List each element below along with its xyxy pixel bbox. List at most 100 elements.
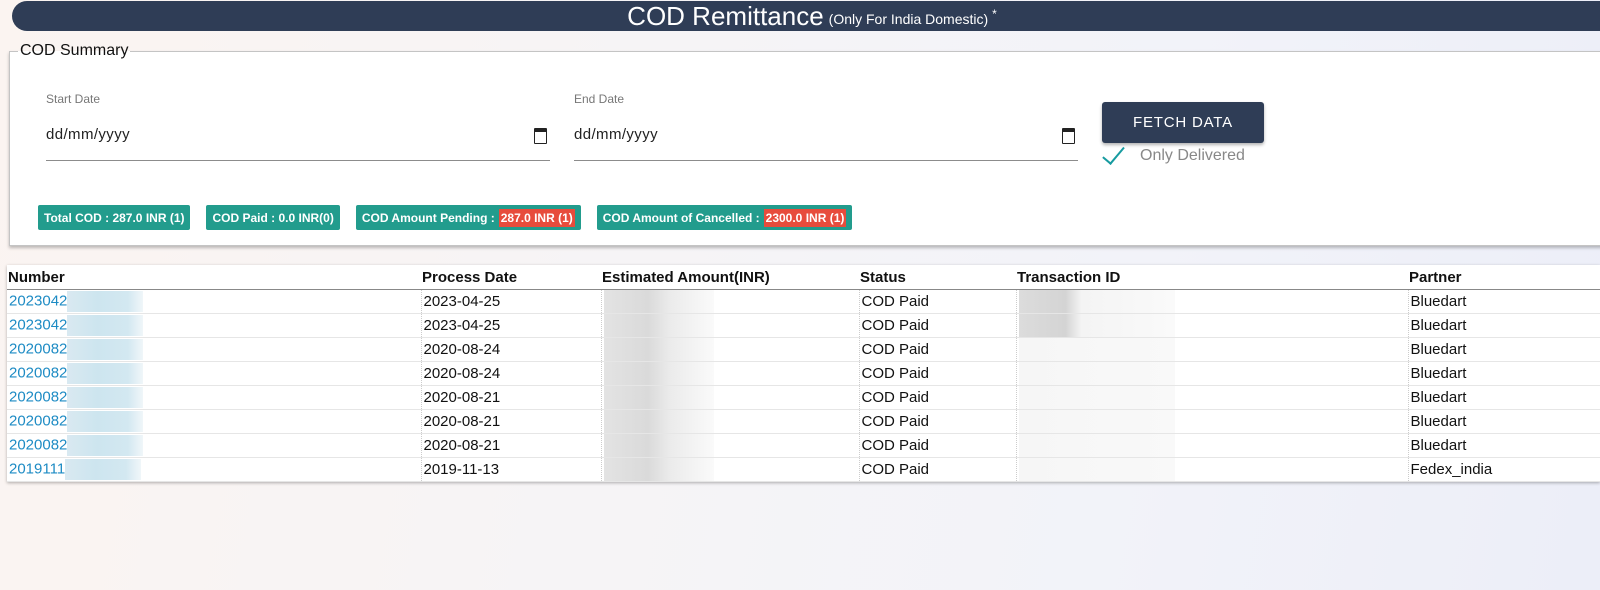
page-subtitle: (Only For India Domestic) xyxy=(828,11,989,27)
calendar-icon[interactable] xyxy=(1062,128,1075,144)
badge-label: Total COD : xyxy=(44,210,110,225)
transaction-id-cell xyxy=(1015,289,1408,314)
calendar-icon[interactable] xyxy=(534,128,547,144)
required-marker: * xyxy=(992,7,997,21)
cod-pending-badge: COD Amount Pending : 287.0 INR (1) xyxy=(355,205,581,230)
order-number-link[interactable]: 2023042 xyxy=(7,289,421,314)
order-number-link[interactable]: 2019111 xyxy=(7,457,421,482)
partner-cell: Bluedart xyxy=(1407,361,1600,386)
order-number-text[interactable]: 2020082 xyxy=(9,412,67,429)
redacted-value xyxy=(1018,362,1175,385)
process-date-cell: 2023-04-25 xyxy=(420,289,601,314)
only-delivered-toggle[interactable]: Only Delivered xyxy=(1100,144,1245,168)
order-number-link[interactable]: 2020082 xyxy=(7,337,421,362)
table-row[interactable]: 2023042 2023-04-25 COD Paid Bluedart xyxy=(7,289,1600,314)
order-number-link[interactable]: 2023042 xyxy=(7,313,421,338)
estimated-amount-cell xyxy=(600,457,859,482)
estimated-amount-cell xyxy=(600,385,859,410)
order-number-link[interactable]: 2020082 xyxy=(7,409,421,434)
table-row[interactable]: 2020082 2020-08-24 COD Paid Bluedart xyxy=(7,361,1600,386)
transaction-id-cell xyxy=(1015,337,1408,362)
order-number-text[interactable]: 2020082 xyxy=(9,388,67,405)
column-header-partner[interactable]: Partner xyxy=(1408,265,1600,290)
redacted-value xyxy=(1018,434,1175,457)
redacted-value xyxy=(65,459,142,480)
transaction-id-cell xyxy=(1015,361,1408,386)
column-header-transaction-id[interactable]: Transaction ID xyxy=(1016,265,1408,290)
process-date-cell: 2023-04-25 xyxy=(420,313,601,338)
cod-paid-badge: COD Paid : 0.0 INR(0) xyxy=(206,205,340,230)
start-date-input[interactable]: dd/mm/yyyy xyxy=(46,126,130,143)
fetch-data-button[interactable]: FETCH DATA xyxy=(1102,102,1264,143)
badge-value: 0.0 INR(0) xyxy=(278,210,334,225)
estimated-amount-cell xyxy=(600,409,859,434)
order-number-text[interactable]: 2020082 xyxy=(9,364,67,381)
cod-cancelled-badge: COD Amount of Cancelled : 2300.0 INR (1) xyxy=(596,205,853,230)
badge-value: 287.0 INR (1) xyxy=(112,210,185,225)
redacted-value xyxy=(1018,290,1175,313)
partner-cell: Bluedart xyxy=(1407,289,1600,314)
total-cod-badge: Total COD : 287.0 INR (1) xyxy=(38,205,191,230)
table-row[interactable]: 2020082 2020-08-21 COD Paid Bluedart xyxy=(7,433,1600,458)
end-date-input[interactable]: dd/mm/yyyy xyxy=(574,126,658,143)
status-cell: COD Paid xyxy=(858,361,1016,386)
order-number-link[interactable]: 2020082 xyxy=(7,385,421,410)
partner-cell: Bluedart xyxy=(1407,433,1600,458)
order-number-text[interactable]: 2023042 xyxy=(9,316,67,333)
redacted-value xyxy=(67,387,144,408)
process-date-cell: 2020-08-21 xyxy=(420,385,601,410)
partner-cell: Bluedart xyxy=(1407,313,1600,338)
page-title: COD Remittance xyxy=(627,0,824,31)
estimated-amount-cell xyxy=(600,433,859,458)
transaction-id-cell xyxy=(1015,385,1408,410)
redacted-value xyxy=(1018,338,1175,361)
column-header-number[interactable]: Number xyxy=(7,265,421,290)
redacted-value xyxy=(67,411,144,432)
redacted-value xyxy=(603,314,714,337)
estimated-amount-cell xyxy=(600,313,859,338)
start-date-field[interactable]: Start Date dd/mm/yyyy xyxy=(46,92,550,161)
partner-cell: Bluedart xyxy=(1407,385,1600,410)
redacted-value xyxy=(67,291,144,312)
order-number-text[interactable]: 2019111 xyxy=(9,460,65,477)
process-date-cell: 2020-08-21 xyxy=(420,433,601,458)
redacted-value xyxy=(67,435,144,456)
order-number-text[interactable]: 2020082 xyxy=(9,436,67,453)
redacted-value xyxy=(67,315,144,336)
redacted-value xyxy=(603,290,714,313)
badge-label: COD Paid : xyxy=(212,210,276,225)
redacted-value xyxy=(67,339,144,360)
partner-cell: Bluedart xyxy=(1407,337,1600,362)
table-header-row: Number Process Date Estimated Amount(INR… xyxy=(7,265,1600,290)
estimated-amount-cell xyxy=(600,289,859,314)
estimated-amount-cell xyxy=(600,337,859,362)
checkmark-icon[interactable] xyxy=(1100,144,1126,168)
summary-badges: Total COD : 287.0 INR (1) COD Paid : 0.0… xyxy=(38,205,853,230)
transaction-id-cell xyxy=(1015,313,1408,338)
table-row[interactable]: 2020082 2020-08-21 COD Paid Bluedart xyxy=(7,409,1600,434)
table-row[interactable]: 2020082 2020-08-21 COD Paid Bluedart xyxy=(7,385,1600,410)
redacted-value xyxy=(1018,386,1175,409)
cod-summary-legend: COD Summary xyxy=(20,42,129,59)
table-row[interactable]: 2019111 2019-11-13 COD Paid Fedex_india xyxy=(7,457,1600,482)
order-number-text[interactable]: 2020082 xyxy=(9,340,67,357)
only-delivered-label: Only Delivered xyxy=(1140,147,1245,164)
estimated-amount-cell xyxy=(600,361,859,386)
redacted-value xyxy=(603,434,714,457)
status-cell: COD Paid xyxy=(858,457,1016,482)
redacted-value xyxy=(1018,410,1175,433)
status-cell: COD Paid xyxy=(858,337,1016,362)
order-number-text[interactable]: 2023042 xyxy=(9,292,67,309)
order-number-link[interactable]: 2020082 xyxy=(7,361,421,386)
table-row[interactable]: 2020082 2020-08-24 COD Paid Bluedart xyxy=(7,337,1600,362)
redacted-value xyxy=(603,386,714,409)
column-header-process-date[interactable]: Process Date xyxy=(421,265,601,290)
column-header-estimated-amount[interactable]: Estimated Amount(INR) xyxy=(601,265,859,290)
column-header-status[interactable]: Status xyxy=(859,265,1016,290)
order-number-link[interactable]: 2020082 xyxy=(7,433,421,458)
end-date-field[interactable]: End Date dd/mm/yyyy xyxy=(574,92,1078,161)
table-row[interactable]: 2023042 2023-04-25 COD Paid Bluedart xyxy=(7,313,1600,338)
transaction-id-cell xyxy=(1015,409,1408,434)
status-cell: COD Paid xyxy=(858,409,1016,434)
start-date-label: Start Date xyxy=(46,92,101,106)
